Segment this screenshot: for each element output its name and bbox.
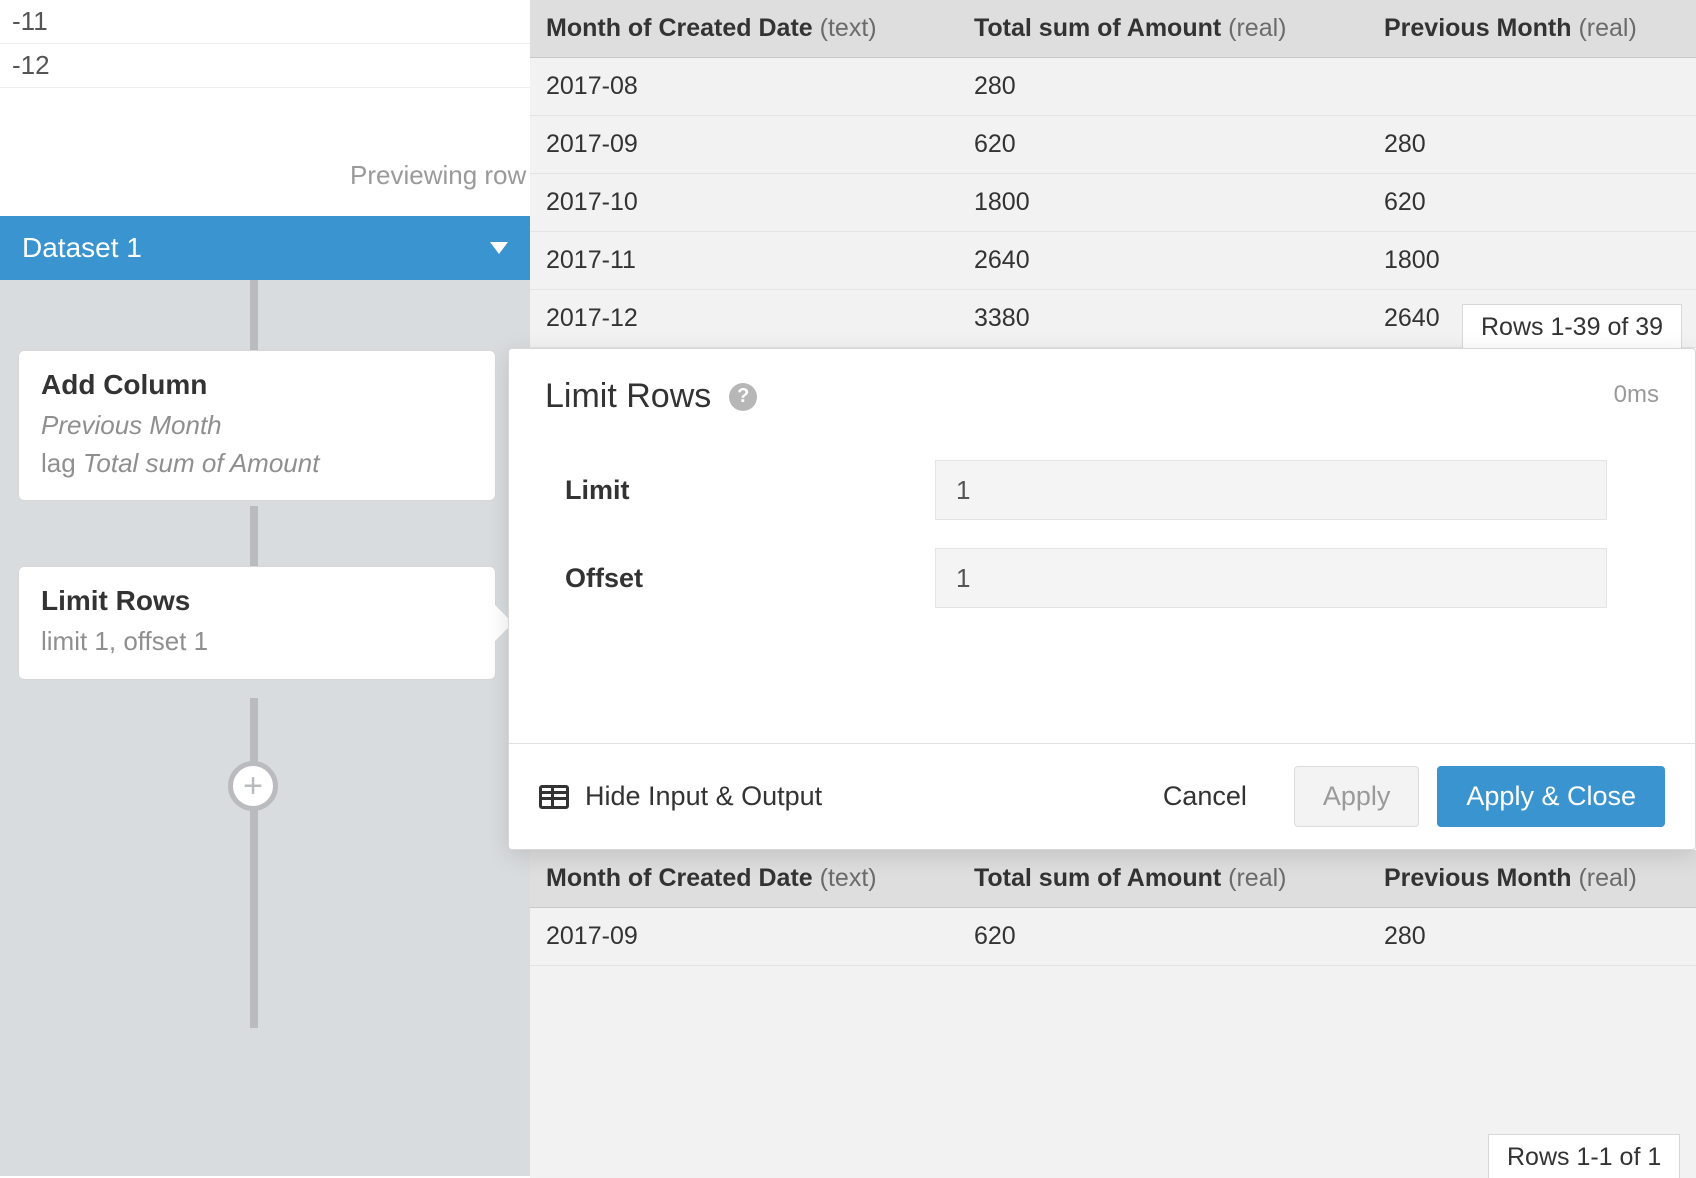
- output-table: Month of Created Date (text) Total sum o…: [530, 850, 1696, 966]
- rows-count-badge: Rows 1-39 of 39: [1462, 304, 1682, 351]
- upper-list-item[interactable]: -12: [0, 44, 530, 88]
- node-title: Limit Rows: [41, 585, 473, 617]
- rows-count-badge: Rows 1-1 of 1: [1488, 1134, 1680, 1178]
- toggle-io-label: Hide Input & Output: [585, 781, 822, 812]
- input-table: Month of Created Date (text) Total sum o…: [530, 0, 1696, 348]
- column-header[interactable]: Total sum of Amount (real): [958, 0, 1368, 58]
- node-title: Add Column: [41, 369, 473, 401]
- column-header[interactable]: Previous Month (real): [1368, 850, 1696, 908]
- pipeline-panel: Dataset 1 Add Column Previous Month lag …: [0, 216, 530, 1176]
- column-header[interactable]: Previous Month (real): [1368, 0, 1696, 58]
- execution-time: 0ms: [1614, 381, 1659, 409]
- cancel-button[interactable]: Cancel: [1134, 766, 1276, 827]
- node-subtitle-prefix: lag: [41, 448, 83, 478]
- upper-list: -11 -12: [0, 0, 530, 88]
- pipeline-connector: [250, 808, 258, 1028]
- chevron-down-icon: [490, 242, 508, 254]
- table-row[interactable]: 2017-101800620: [530, 174, 1696, 232]
- pipeline-node-limit-rows[interactable]: Limit Rows limit 1, offset 1: [18, 566, 496, 680]
- table-row[interactable]: 2017-09620280: [530, 116, 1696, 174]
- offset-input[interactable]: [935, 548, 1607, 608]
- column-header[interactable]: Total sum of Amount (real): [958, 850, 1368, 908]
- help-icon[interactable]: ?: [729, 383, 757, 411]
- limit-rows-panel: Limit Rows ? 0ms Limit Offset Hide Input…: [508, 348, 1696, 850]
- limit-label: Limit: [565, 475, 935, 506]
- column-header[interactable]: Month of Created Date (text): [530, 0, 958, 58]
- column-header[interactable]: Month of Created Date (text): [530, 850, 958, 908]
- limit-input[interactable]: [935, 460, 1607, 520]
- dataset-title: Dataset 1: [22, 232, 142, 264]
- pipeline-connector: [250, 280, 258, 352]
- add-step-button[interactable]: +: [228, 761, 278, 811]
- dataset-header[interactable]: Dataset 1: [0, 216, 530, 280]
- upper-list-item[interactable]: -11: [0, 0, 530, 44]
- pipeline-node-add-column[interactable]: Add Column Previous Month lag Total sum …: [18, 350, 496, 501]
- offset-label: Offset: [565, 563, 935, 594]
- table-row[interactable]: 2017-09620280: [530, 908, 1696, 966]
- apply-close-button[interactable]: Apply & Close: [1437, 766, 1665, 827]
- node-subtitle-em: Total sum of Amount: [83, 448, 320, 478]
- table-row[interactable]: 2017-08280: [530, 58, 1696, 116]
- toggle-io-button[interactable]: Hide Input & Output: [539, 781, 822, 812]
- apply-button[interactable]: Apply: [1294, 766, 1420, 827]
- table-icon: [539, 785, 569, 809]
- panel-title: Limit Rows: [545, 377, 711, 416]
- node-subtitle: Previous Month: [41, 410, 222, 440]
- node-subtitle: limit 1, offset 1: [41, 623, 473, 661]
- pipeline-connector: [250, 506, 258, 566]
- table-row[interactable]: 2017-1126401800: [530, 232, 1696, 290]
- previewing-label: Previewing row: [350, 160, 526, 191]
